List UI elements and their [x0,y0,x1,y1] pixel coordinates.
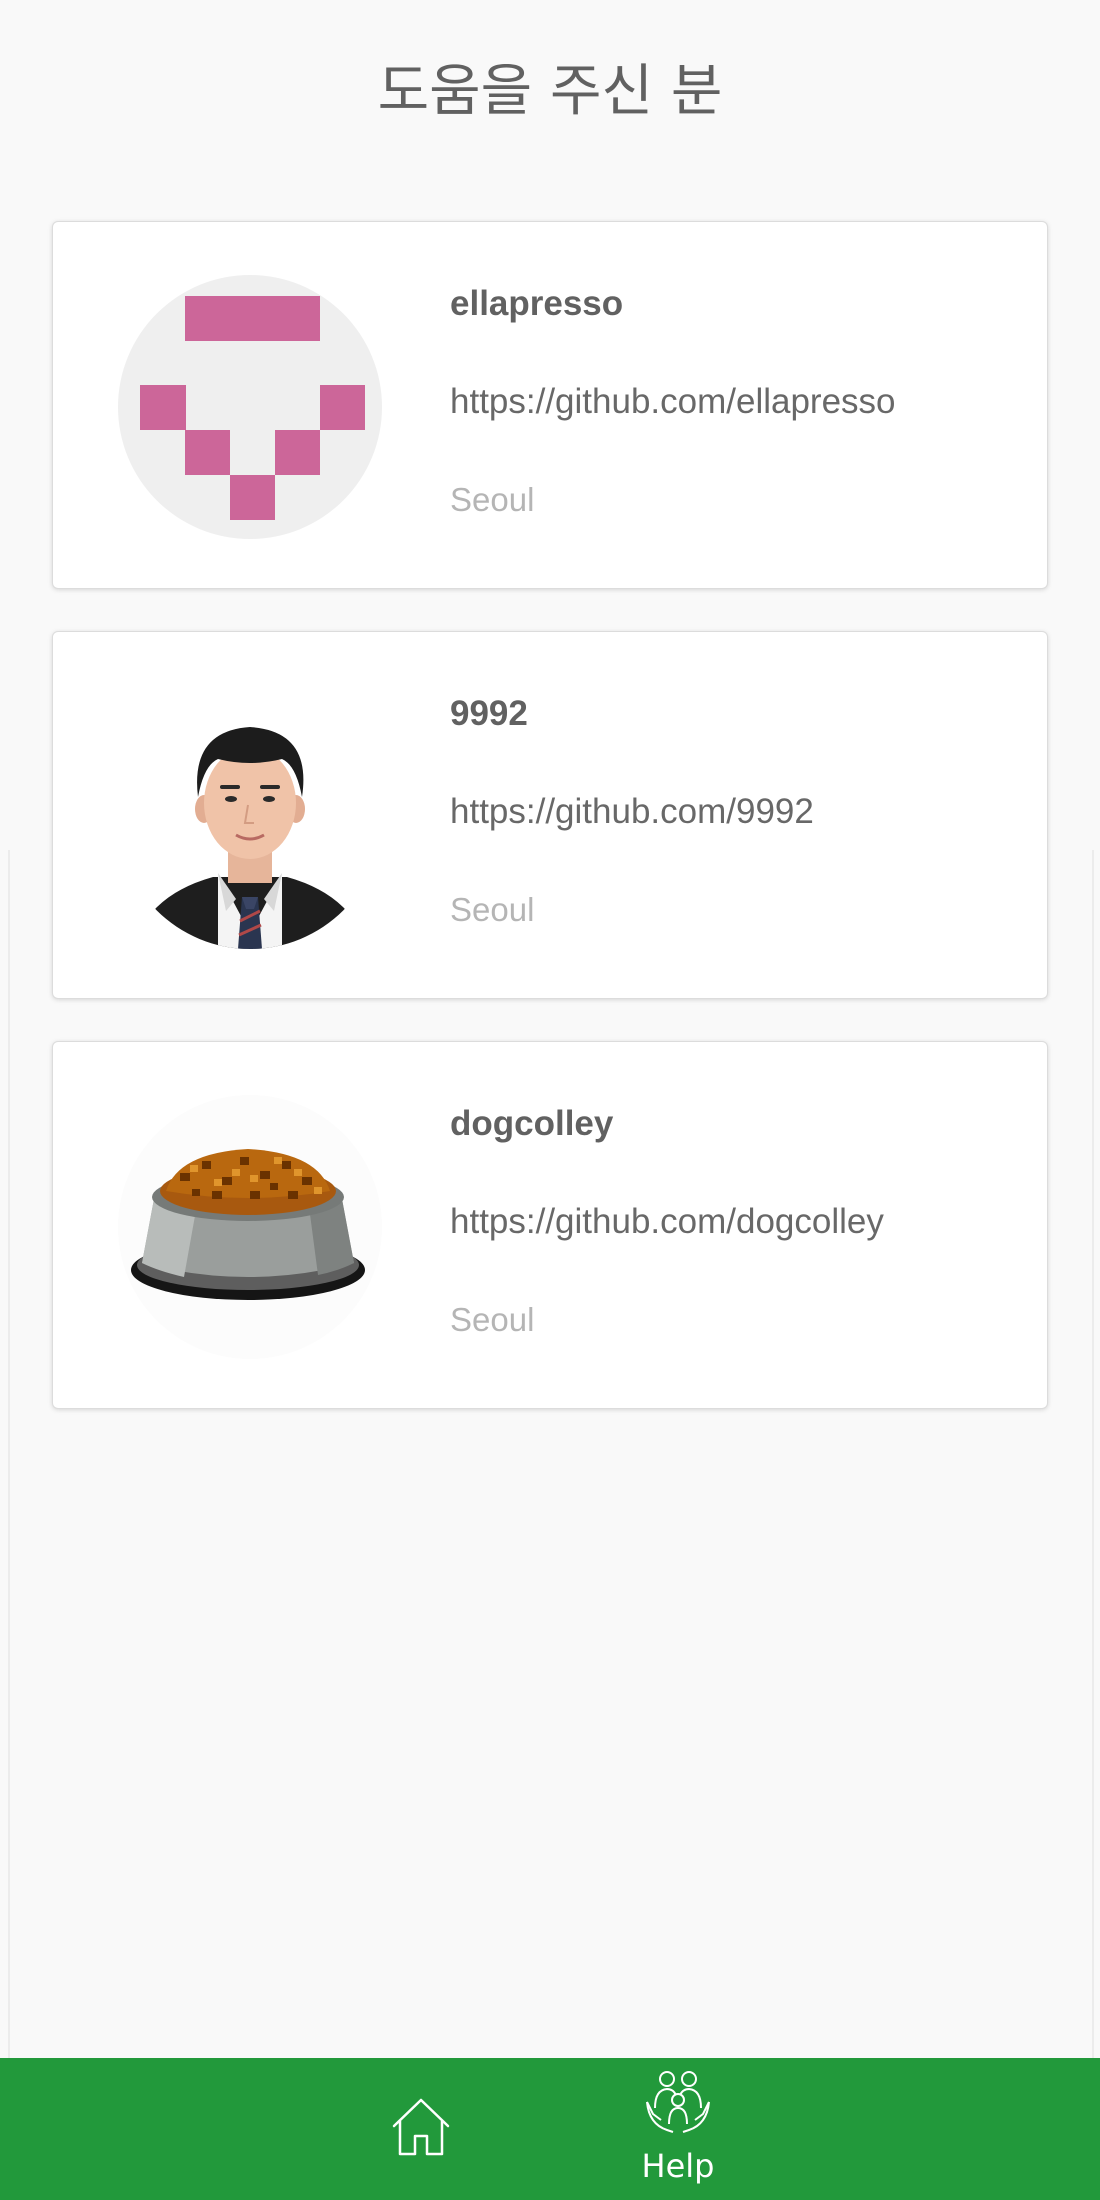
dog-food-bowl-avatar [118,1095,382,1359]
contributor-github-link[interactable]: https://github.com/ellapresso [450,382,896,422]
person-photo-avatar [118,685,382,949]
contributor-github-link[interactable]: https://github.com/dogcolley [450,1202,884,1242]
contributor-github-link[interactable]: https://github.com/9992 [450,792,814,832]
contributor-location: Seoul [450,481,535,518]
page-title: 도움을 주신 분 [377,59,723,124]
left-edge-line [8,850,10,2060]
nav-home-button[interactable] [376,2084,466,2174]
nav-help-label: Help [641,2147,715,2185]
right-edge-line [1092,850,1094,2060]
contributor-card[interactable]: 9992 https://github.com/9992 Seoul [52,631,1048,999]
contributor-username: dogcolley [450,1104,614,1143]
contributor-location: Seoul [450,891,535,928]
bottom-navigation: Help [0,2058,1100,2200]
contributor-card[interactable]: dogcolley https://github.com/dogcolley S… [52,1041,1048,1409]
people-help-icon [643,2068,713,2142]
nav-help-button[interactable]: Help [618,2068,738,2190]
contributor-card[interactable]: ellapresso https://github.com/ellapresso… [52,221,1048,589]
contributor-username: 9992 [450,694,528,733]
identicon-avatar [118,275,382,539]
contributor-username: ellapresso [450,284,624,323]
contributor-location: Seoul [450,1301,535,1338]
home-icon [388,2094,454,2164]
